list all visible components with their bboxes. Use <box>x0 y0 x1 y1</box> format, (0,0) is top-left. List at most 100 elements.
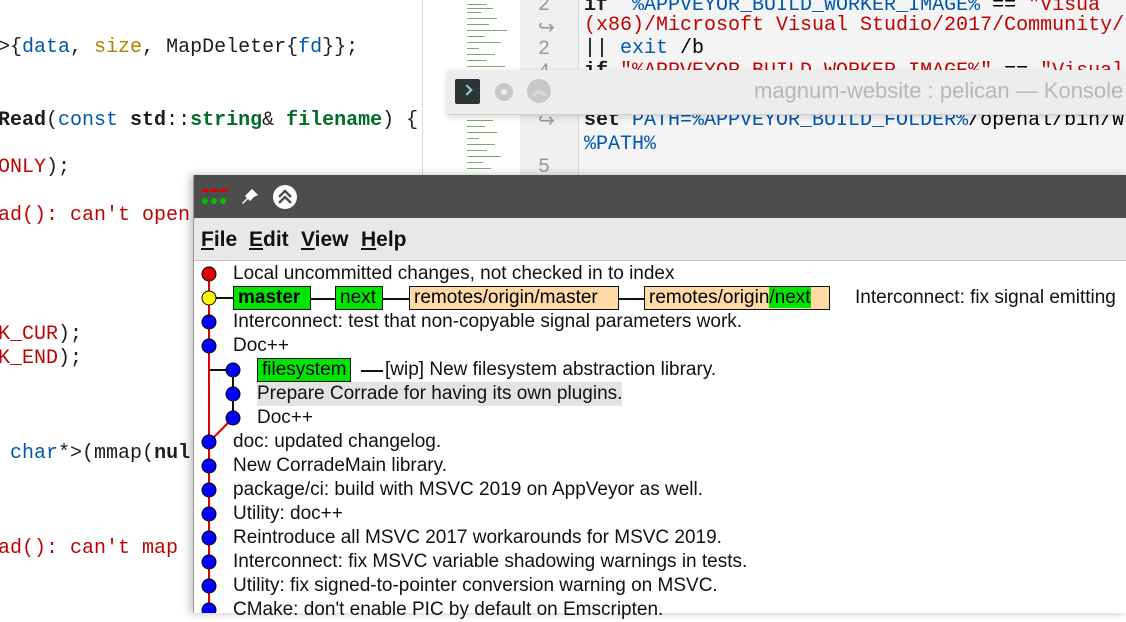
code-token: ( <box>142 442 155 465</box>
minimap-line <box>467 144 495 145</box>
pin-icon[interactable] <box>240 187 260 207</box>
menu-file[interactable]: File <box>201 228 237 252</box>
commit-message[interactable]: Utility: fix signed-to-pointer conversio… <box>233 574 718 598</box>
code-token: std <box>130 109 167 132</box>
code-line: K_END); <box>0 346 82 372</box>
minimap-line <box>467 30 507 31</box>
remote-master-label[interactable]: remotes/origin/master <box>409 286 619 310</box>
commit-message[interactable]: Interconnect: fix signal emitting <box>855 286 1116 310</box>
code-token: char <box>0 442 59 465</box>
minimap-line <box>467 168 491 169</box>
commit-message[interactable]: Local uncommitted changes, not checked i… <box>233 262 675 286</box>
menu-file-mnemonic: F <box>201 228 214 251</box>
commit-message[interactable]: Interconnect: test that non-copyable sig… <box>233 310 742 334</box>
commit-message[interactable]: Reintroduce all MSVC 2017 workarounds fo… <box>233 526 722 550</box>
commit-message[interactable]: Utility: doc++ <box>233 502 343 526</box>
code-token: nul <box>154 442 191 465</box>
code-token: K_END <box>0 347 59 370</box>
code-token: :: <box>166 109 191 132</box>
branch-next-label[interactable]: next <box>335 286 383 310</box>
commit-message[interactable]: Doc++ <box>233 334 289 358</box>
code-token: ad(): can't open <box>0 204 191 227</box>
gitk-menubar: File Edit View Help <box>194 218 1126 261</box>
code-line: ad(): can't map <box>0 536 190 562</box>
commit-node <box>201 314 217 330</box>
menu-view-mnemonic: V <box>301 228 315 251</box>
remote-branch-name: /master <box>534 287 598 308</box>
minimap-line <box>467 42 501 43</box>
commit-node <box>201 338 217 354</box>
commit-message[interactable]: [wip] New filesystem abstraction library… <box>385 358 716 382</box>
commit-message[interactable]: New CorradeMain library. <box>233 454 447 478</box>
minimap-line <box>467 150 487 151</box>
code-line: >{data, size, MapDeleter{fd}}; <box>0 35 358 61</box>
minimap-line <box>467 60 487 61</box>
commit-message[interactable]: Doc++ <box>257 406 313 430</box>
commit-message[interactable]: doc: updated changelog. <box>233 430 441 454</box>
code-token: *>( <box>58 442 95 465</box>
commit-node <box>201 506 217 522</box>
menu-edit-label: dit <box>263 228 289 251</box>
code-line: K_CUR); <box>0 322 82 348</box>
code-token: ad(): can't map <box>0 537 191 560</box>
commit-message[interactable]: Interconnect: fix MSVC variable shadowin… <box>233 550 747 574</box>
code-token: & <box>262 109 287 132</box>
code-token: ); <box>58 323 83 346</box>
menu-file-label: ile <box>213 228 238 251</box>
code-token: mmap <box>94 442 143 465</box>
terminal-icon <box>455 79 480 104</box>
code-token: MapDeleter <box>166 36 287 59</box>
keep-above-icon[interactable]: ︽ <box>527 79 551 103</box>
minimap-line <box>467 66 505 67</box>
on-all-desktops-icon[interactable] <box>495 83 513 101</box>
code-token: (x86)/Microsoft Visual Studio/2017/Commu… <box>584 14 1125 37</box>
code-line: %PATH% <box>584 133 656 156</box>
code-token: size <box>94 36 143 59</box>
branch-label[interactable]: filesystem <box>257 358 352 382</box>
code-token: >{ <box>0 36 23 59</box>
menu-help[interactable]: Help <box>361 228 407 252</box>
keep-above-icon[interactable] <box>272 184 298 210</box>
commit-node <box>201 290 217 306</box>
minimap-line <box>467 162 483 163</box>
gitk-titlebar[interactable] <box>194 175 1126 218</box>
minimap-line <box>467 132 497 133</box>
minimap-line <box>467 36 485 37</box>
code-token: K_CUR <box>0 323 59 346</box>
commit-message[interactable]: package/ci: build with MSVC 2019 on AppV… <box>233 478 703 502</box>
branch-master-label[interactable]: master <box>233 286 311 310</box>
menu-edit[interactable]: Edit <box>249 228 289 252</box>
ref-connector <box>619 298 644 300</box>
minimap-line <box>467 24 489 25</box>
commit-message[interactable]: Prepare Corrade for having its own plugi… <box>257 382 623 406</box>
code-token: ) { <box>382 109 419 132</box>
commit-node <box>225 362 241 378</box>
code-line: char*>(mmap(nul <box>0 441 190 467</box>
code-token: string <box>190 109 263 132</box>
commit-graph[interactable]: Local uncommitted changes, not checked i… <box>194 261 1126 620</box>
code-line: Read(const std::string& filename) { <box>0 108 418 134</box>
code-line: (x86)/Microsoft Visual Studio/2017/Commu… <box>584 14 1124 37</box>
code-line: || exit /b <box>584 37 704 60</box>
menu-help-label: elp <box>376 228 407 251</box>
code-token: , <box>70 36 95 59</box>
gitk-window[interactable]: File Edit View Help Local uncommitted ch… <box>193 175 1126 620</box>
code-token: %PATH% <box>584 133 657 156</box>
remote-prefix: remotes/origin <box>649 287 770 308</box>
code-token: Read <box>0 109 47 132</box>
konsole-titlebar[interactable]: ︽ magnum-website : pelican — Konsole <box>447 70 1126 115</box>
menu-view[interactable]: View <box>301 228 349 252</box>
ref-connector <box>383 298 409 300</box>
remote-prefix: remotes/origin <box>414 287 535 308</box>
code-token: ); <box>46 156 71 179</box>
minimap-line <box>467 126 485 127</box>
minimap-line <box>467 8 493 9</box>
code-token: , <box>142 36 167 59</box>
commit-node <box>225 410 241 426</box>
remote-next-label[interactable]: remotes/origin/next <box>644 286 830 310</box>
commit-message[interactable]: CMake: don't enable PIC by default on Em… <box>233 598 663 622</box>
line-number: 2 <box>538 38 551 61</box>
commit-node <box>201 602 217 613</box>
code-line: ONLY); <box>0 155 70 181</box>
commit-node <box>201 434 217 450</box>
